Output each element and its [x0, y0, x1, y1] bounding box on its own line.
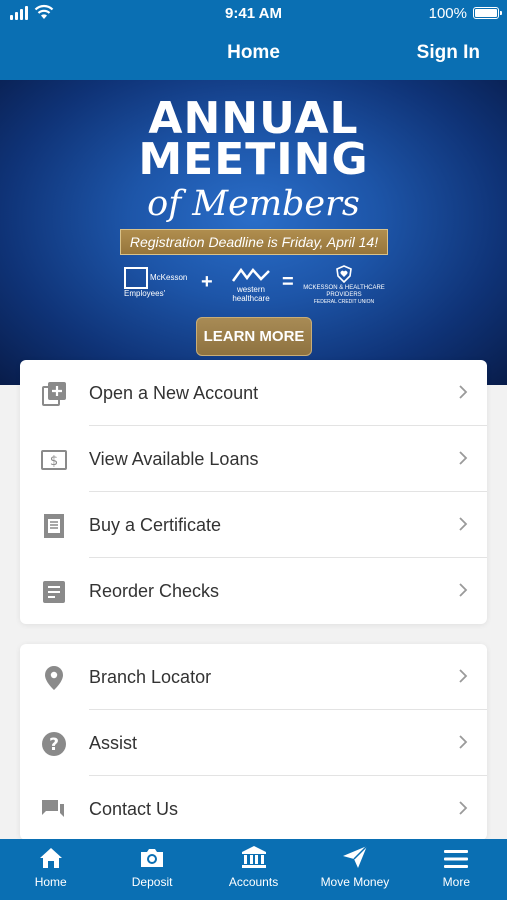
menu-item-label: Reorder Checks [89, 581, 220, 601]
chat-icon [40, 796, 68, 824]
svg-text:$: $ [50, 454, 58, 469]
status-bar: 9:41 AM 100% [0, 0, 507, 28]
shield-heart-icon [336, 265, 352, 284]
bottom-tab-bar: Home Deposit Accounts Move Money More [0, 839, 507, 900]
chevron-right-icon [459, 517, 468, 531]
menu-item-view-available-loans[interactable]: $ View Available Loans [20, 426, 487, 492]
banner-line-members: of Members [147, 184, 360, 224]
chevron-right-icon [459, 451, 468, 465]
mckesson-healthcare-providers-fcu-logo: MCKESSON & HEALTHCARE PROVIDERS FEDERAL … [300, 265, 388, 305]
menu-item-label: Contact Us [89, 799, 179, 819]
menu-item-label: Buy a Certificate [89, 515, 222, 535]
tab-move-money[interactable]: Move Money [304, 839, 405, 900]
location-pin-icon [40, 664, 68, 692]
tab-accounts[interactable]: Accounts [203, 839, 304, 900]
menu-item-branch-locator[interactable]: Branch Locator [20, 644, 487, 710]
menu-item-reorder-checks[interactable]: Reorder Checks [20, 558, 487, 624]
dollar-bill-icon: $ [40, 446, 68, 474]
banner-line-meeting: MEETING [138, 134, 369, 185]
western-healthcare-mark-icon [231, 267, 270, 282]
certificate-icon [40, 512, 68, 540]
tab-label: Deposit [131, 875, 173, 889]
tab-home[interactable]: Home [0, 839, 101, 900]
top-bar: 9:41 AM 100% Home Sign In [0, 0, 507, 80]
paper-plane-icon [342, 845, 368, 868]
chevron-right-icon [459, 669, 468, 683]
menu-item-buy-certificate[interactable]: Buy a Certificate [20, 492, 487, 558]
menu-icon [444, 850, 469, 868]
menu-item-open-new-account[interactable]: Open a New Account [20, 360, 487, 426]
mckesson-employees-logo: McKesson Employees' [124, 267, 194, 298]
tab-label: Home [34, 875, 67, 889]
plus-sign: + [201, 271, 213, 293]
equals-sign: = [282, 271, 294, 293]
tab-label: Move Money [320, 875, 390, 889]
document-icon [40, 578, 68, 606]
nav-bar: Home Sign In [0, 28, 507, 80]
home-icon [39, 848, 62, 868]
registration-deadline: Registration Deadline is Friday, April 1… [120, 229, 388, 255]
tab-deposit[interactable]: Deposit [101, 839, 202, 900]
mckesson-mark-icon [124, 267, 148, 289]
menu-item-label: Open a New Account [89, 383, 259, 403]
add-box-icon [40, 380, 68, 408]
western-healthcare-logo: western healthcare [222, 267, 280, 303]
learn-more-button[interactable]: LEARN MORE [196, 317, 312, 356]
chevron-right-icon [459, 385, 468, 399]
sign-in-button[interactable]: Sign In [417, 42, 480, 64]
menu-item-label: Branch Locator [89, 667, 212, 687]
menu-item-assist[interactable]: ? Assist [20, 710, 487, 776]
primary-menu-card: Open a New Account $ View Available Loan… [20, 360, 487, 624]
menu-item-contact-us[interactable]: Contact Us [20, 776, 487, 840]
bank-icon [241, 846, 266, 868]
tab-label: Accounts [228, 875, 279, 889]
camera-icon [141, 849, 164, 867]
tab-label: More [442, 875, 470, 889]
tab-more[interactable]: More [406, 839, 507, 900]
battery-icon [473, 7, 502, 19]
annual-meeting-banner[interactable]: ANNUAL MEETING of Members Registration D… [0, 80, 507, 385]
help-circle-icon: ? [40, 730, 68, 758]
chevron-right-icon [459, 735, 468, 749]
secondary-menu-card: Branch Locator ? Assist Contact Us [20, 644, 487, 840]
chevron-right-icon [459, 801, 468, 815]
battery-percentage: 100% [428, 5, 467, 22]
svg-text:?: ? [49, 735, 59, 755]
chevron-right-icon [459, 583, 468, 597]
partner-logos: McKesson Employees' + western healthcare… [122, 265, 388, 305]
menu-item-label: View Available Loans [89, 449, 259, 469]
menu-item-label: Assist [89, 733, 138, 753]
